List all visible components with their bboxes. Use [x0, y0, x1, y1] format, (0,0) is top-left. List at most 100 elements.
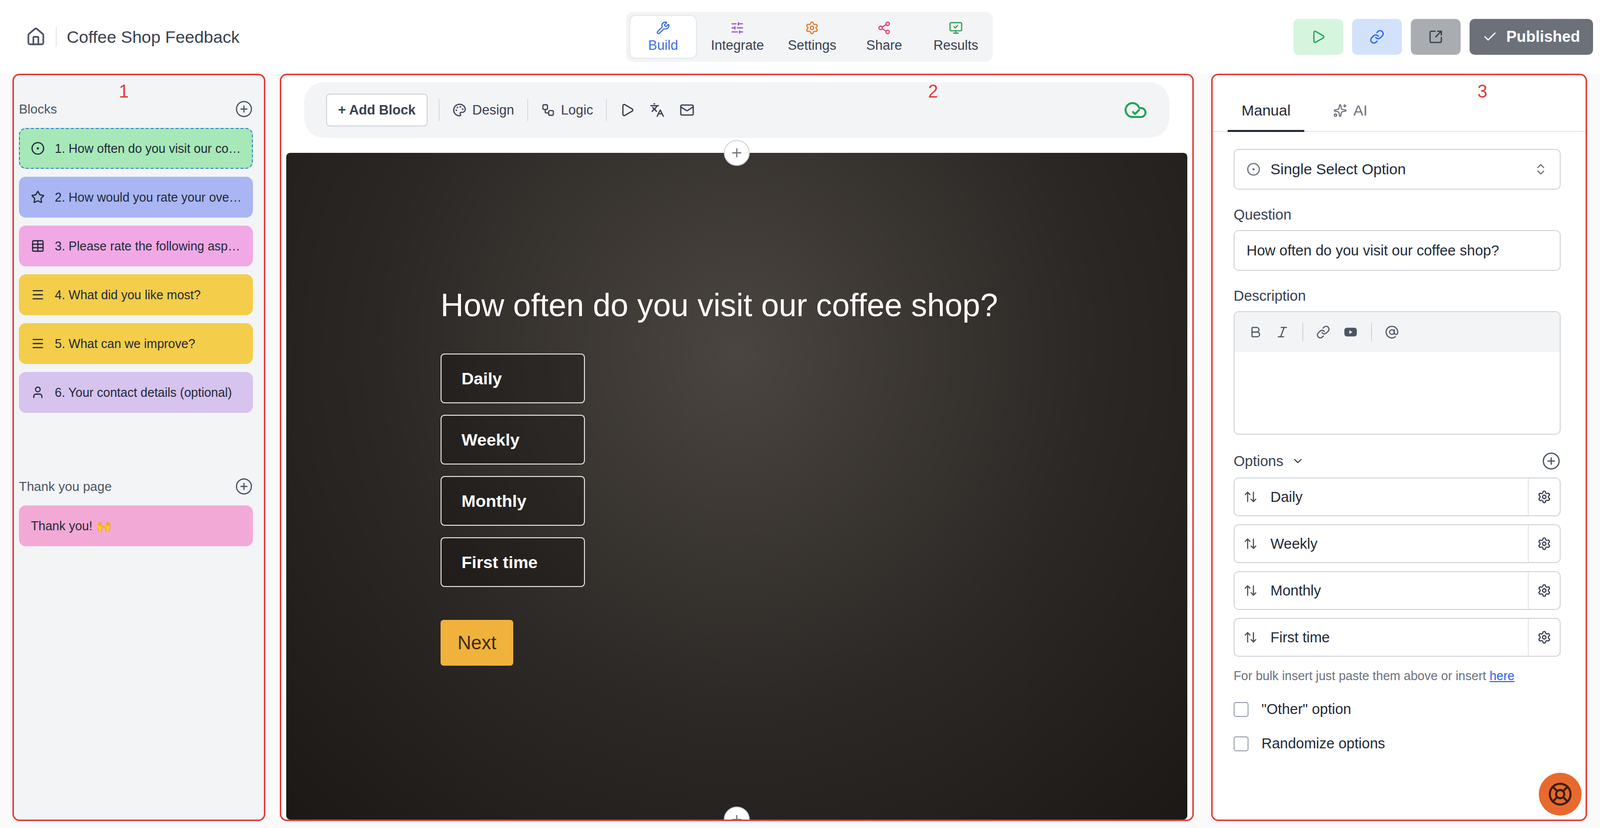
nav-tabs: BuildIntegrateSettingsShareResults — [626, 11, 993, 62]
option-settings-button[interactable] — [1527, 618, 1560, 656]
link-icon — [1316, 325, 1331, 340]
canvas-panel: 2+ Add BlockDesignLogicHow often do you … — [279, 73, 1194, 821]
design-button[interactable]: Design — [450, 99, 517, 121]
mail-icon — [679, 102, 695, 118]
option-settings-button[interactable] — [1527, 571, 1560, 609]
preview-block-button[interactable] — [617, 99, 637, 121]
toolbar-separator — [527, 99, 529, 121]
editor-tab[interactable]: Manual — [1227, 95, 1305, 132]
block-type-select[interactable]: Single Select Option — [1233, 148, 1561, 190]
option-text[interactable]: Daily — [1266, 488, 1528, 506]
italic-button[interactable] — [1275, 325, 1290, 340]
field-label: Question — [1233, 206, 1561, 224]
video-button[interactable] — [1343, 324, 1359, 340]
choice-option[interactable]: Monthly — [440, 475, 585, 526]
thank-you-item[interactable]: Thank you! 🙌 — [18, 505, 253, 547]
block-item[interactable]: 2. How would you rate your ove… — [18, 176, 253, 218]
description-editor — [1233, 311, 1561, 435]
top-bar: Coffee Shop Feedback BuildIntegrateSettin… — [0, 0, 1600, 74]
add-thank-you-button[interactable] — [234, 477, 253, 496]
option-text[interactable]: Weekly — [1266, 535, 1528, 553]
reorder-icon — [1243, 630, 1258, 645]
block-item[interactable]: 6. Your contact details (optional) — [18, 371, 253, 413]
option-row[interactable]: Monthly — [1233, 571, 1561, 610]
checkbox[interactable] — [1233, 736, 1249, 752]
star-icon — [30, 190, 45, 205]
cloud-check-icon — [1123, 98, 1148, 122]
insert-above-button[interactable] — [723, 139, 750, 166]
settings-panel: 3ManualAISingle Select OptionQuestionHow… — [1211, 73, 1588, 821]
annotation-label: 1 — [118, 81, 129, 103]
option-settings-button[interactable] — [1527, 478, 1560, 516]
option-text[interactable]: First time — [1266, 629, 1528, 646]
sliders-icon — [730, 20, 745, 35]
choice-option[interactable]: Daily — [440, 353, 585, 404]
option-text[interactable]: Monthly — [1266, 582, 1528, 599]
canvas-wrapper: How often do you visit our coffee shop?D… — [286, 152, 1188, 820]
editor-tab[interactable]: AI — [1319, 95, 1381, 132]
title-group: Coffee Shop Feedback — [25, 26, 627, 47]
options-toggle[interactable]: Options — [1233, 453, 1305, 470]
block-item[interactable]: 1. How often do you visit our co… — [18, 127, 253, 169]
choice-option[interactable]: Weekly — [440, 414, 585, 465]
checkbox-row[interactable]: "Other" option — [1233, 700, 1561, 718]
option-settings-button[interactable] — [1527, 525, 1560, 563]
option-row[interactable]: Daily — [1233, 477, 1561, 517]
next-button[interactable]: Next — [440, 619, 514, 666]
nav-tab[interactable]: Share — [850, 14, 918, 59]
link-button[interactable] — [1316, 325, 1331, 340]
option-list: Daily Weekly Monthly First time — [1233, 477, 1561, 657]
home-button[interactable] — [25, 26, 46, 47]
description-input[interactable] — [1234, 351, 1560, 434]
option-row[interactable]: Weekly — [1233, 524, 1561, 564]
toolbar-separator — [605, 99, 607, 121]
option-row[interactable]: First time — [1233, 617, 1561, 657]
block-item[interactable]: 3. Please rate the following asp… — [18, 225, 253, 267]
plus-circle-icon — [234, 477, 253, 496]
help-button[interactable] — [1538, 772, 1582, 816]
options-header: Options — [1233, 451, 1561, 471]
wrench-icon — [656, 20, 671, 35]
field-label: Description — [1233, 287, 1561, 305]
add-block-button[interactable] — [234, 100, 253, 118]
drag-handle[interactable] — [1234, 630, 1267, 645]
editor-form: Single Select Option Question How often do… — [1212, 131, 1586, 820]
publish-button[interactable]: Published — [1469, 18, 1594, 55]
add-option-button[interactable] — [1541, 451, 1561, 471]
bold-button[interactable] — [1248, 325, 1263, 340]
gear-icon — [804, 20, 819, 35]
drag-handle[interactable] — [1234, 489, 1267, 504]
nav-tab[interactable]: Build — [629, 14, 697, 59]
drag-handle[interactable] — [1234, 536, 1267, 551]
at-sign-icon — [1384, 325, 1399, 340]
form-title[interactable]: Coffee Shop Feedback — [66, 27, 240, 47]
block-item[interactable]: 4. What did you like most? — [18, 274, 253, 316]
reorder-icon — [1243, 489, 1258, 504]
nav-tab[interactable]: Results — [921, 14, 990, 59]
open-form-button[interactable] — [1410, 18, 1461, 55]
choice-option[interactable]: First time — [440, 537, 585, 587]
lines-icon — [30, 336, 45, 351]
block-item[interactable]: 5. What can we improve? — [18, 323, 253, 364]
mention-button[interactable] — [1384, 325, 1399, 340]
email-button[interactable] — [677, 99, 697, 121]
drag-handle[interactable] — [1234, 583, 1267, 598]
action-group: Published — [992, 18, 1594, 55]
nav-tab[interactable]: Integrate — [700, 14, 775, 59]
logic-button[interactable]: Logic — [539, 99, 596, 121]
workspace: 1Blocks 1. How often do you visit our co…… — [0, 73, 1600, 828]
checkbox-row[interactable]: Randomize options — [1233, 735, 1561, 752]
copy-link-button[interactable] — [1352, 18, 1402, 55]
divider — [55, 26, 57, 47]
add-block-button[interactable]: + Add Block — [326, 93, 428, 127]
save-status — [1123, 98, 1148, 122]
checkbox[interactable] — [1233, 701, 1249, 717]
table-icon — [30, 238, 45, 253]
blocks-header: Blocks — [18, 95, 253, 123]
nav-tab[interactable]: Settings — [778, 14, 847, 59]
question-input[interactable]: How often do you visit our coffee shop? — [1233, 229, 1561, 271]
bulk-insert-link[interactable]: here — [1489, 668, 1515, 683]
gear-icon — [1537, 536, 1552, 551]
preview-button[interactable] — [1293, 18, 1344, 55]
translate-button[interactable] — [647, 99, 667, 121]
